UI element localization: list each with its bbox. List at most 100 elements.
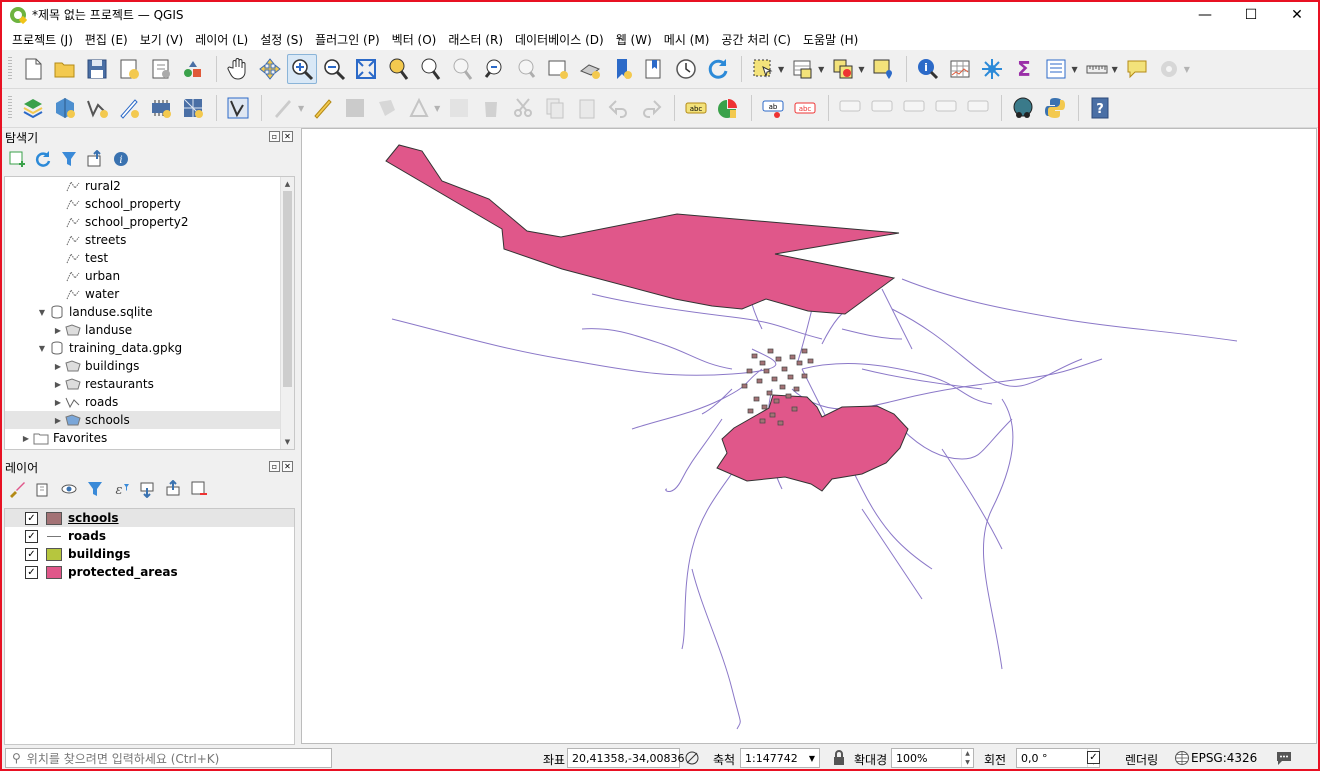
add-group-icon[interactable] <box>34 480 52 498</box>
highlight-pinned-labels-icon[interactable]: ab <box>758 93 788 123</box>
menu-help[interactable]: 도움말 (H) <box>797 31 864 48</box>
browser-item[interactable]: school_property <box>5 195 294 213</box>
expanded-arrow-icon[interactable]: ▼ <box>37 308 47 317</box>
scale-combo[interactable]: 1:147742 ▼ <box>740 748 820 768</box>
browser-item[interactable]: school_property2 <box>5 213 294 231</box>
select-features-icon[interactable] <box>748 54 778 84</box>
collapsed-arrow-icon[interactable]: ▶ <box>53 398 63 407</box>
crs-button[interactable]: EPSG:4326 <box>1191 751 1257 765</box>
open-project-icon[interactable] <box>50 54 80 84</box>
zoom-next-icon[interactable] <box>511 54 541 84</box>
statistics-icon[interactable]: Σ <box>1009 54 1039 84</box>
vertex-tool-icon[interactable] <box>223 93 253 123</box>
field-calculator-icon[interactable] <box>977 54 1007 84</box>
float-panel-icon[interactable]: ▫ <box>269 461 280 472</box>
lock-scale-icon[interactable] <box>832 750 846 766</box>
data-source-manager-icon[interactable] <box>18 93 48 123</box>
modify-attributes-icon[interactable] <box>444 93 474 123</box>
collapse-all-layers-icon[interactable] <box>164 480 182 498</box>
menu-layer[interactable]: 레이어 (L) <box>189 31 254 48</box>
move-label-icon[interactable] <box>867 93 897 123</box>
zoom-to-layer-icon[interactable] <box>415 54 445 84</box>
pan-to-selection-icon[interactable] <box>255 54 285 84</box>
deselect-features-icon[interactable] <box>828 54 858 84</box>
show-bookmarks-icon[interactable] <box>639 54 669 84</box>
menu-project[interactable]: 프로젝트 (J) <box>6 31 79 48</box>
browser-item[interactable]: streets <box>5 231 294 249</box>
new-print-layout-icon[interactable] <box>114 54 144 84</box>
digitize-shape-icon[interactable] <box>404 93 434 123</box>
close-panel-icon[interactable]: ✕ <box>282 131 293 142</box>
cut-features-icon[interactable] <box>508 93 538 123</box>
locator-search[interactable]: ⚲ 위치를 찾으려면 입력하세요 (Ctrl+K) <box>5 748 332 768</box>
edits-icon[interactable] <box>268 93 298 123</box>
show-hide-labels-icon[interactable] <box>835 93 865 123</box>
add-selected-layers-icon[interactable] <box>8 150 26 168</box>
diagram-options-icon[interactable] <box>713 93 743 123</box>
toggle-editing-icon[interactable] <box>308 93 338 123</box>
filter-browser-icon[interactable] <box>60 150 78 168</box>
copy-features-icon[interactable] <box>540 93 570 123</box>
delete-selected-icon[interactable] <box>476 93 506 123</box>
collapsed-arrow-icon[interactable]: ▶ <box>53 416 63 425</box>
zoom-full-icon[interactable] <box>351 54 381 84</box>
temporal-controller-icon[interactable] <box>671 54 701 84</box>
menu-raster[interactable]: 래스터 (R) <box>442 31 509 48</box>
collapsed-arrow-icon[interactable]: ▶ <box>53 326 63 335</box>
browser-item[interactable]: ▶ restaurants <box>5 375 294 393</box>
browser-item[interactable]: ▼ training_data.gpkg <box>5 339 294 357</box>
new-geopackage-icon[interactable] <box>50 93 80 123</box>
save-edits-icon[interactable] <box>340 93 370 123</box>
measure-icon[interactable] <box>1082 54 1112 84</box>
refresh-icon[interactable] <box>703 54 733 84</box>
close-button[interactable]: ✕ <box>1274 0 1320 29</box>
layer-item-roads[interactable]: ✓ roads <box>5 527 294 545</box>
pan-map-icon[interactable] <box>223 54 253 84</box>
zoom-in-icon[interactable] <box>287 54 317 84</box>
menu-processing[interactable]: 공간 처리 (C) <box>715 31 797 48</box>
zoom-native-icon[interactable] <box>447 54 477 84</box>
style-manager-icon[interactable] <box>178 54 208 84</box>
redo-icon[interactable] <box>636 93 666 123</box>
map-canvas[interactable] <box>301 128 1317 744</box>
label-toolbar-icon[interactable]: abc <box>681 93 711 123</box>
layer-visibility-checkbox[interactable]: ✓ <box>25 565 38 579</box>
layer-styling-icon[interactable] <box>8 480 26 498</box>
help-icon[interactable]: ? <box>1085 93 1115 123</box>
select-location-icon[interactable] <box>868 54 898 84</box>
browser-item[interactable]: water <box>5 285 294 303</box>
zoom-to-selection-icon[interactable] <box>383 54 413 84</box>
browser-item[interactable]: ▼ landuse.sqlite <box>5 303 294 321</box>
attribute-table-icon[interactable] <box>945 54 975 84</box>
select-by-attribute-icon[interactable] <box>788 54 818 84</box>
layer-item-buildings[interactable]: ✓ buildings <box>5 545 294 563</box>
filter-by-expression-icon[interactable]: ε <box>112 480 130 498</box>
menu-plugins[interactable]: 플러그인 (P) <box>309 31 386 48</box>
label-properties-icon[interactable] <box>963 93 993 123</box>
extents-toggle-icon[interactable] <box>684 750 700 766</box>
expand-all-icon[interactable] <box>138 480 156 498</box>
minimize-button[interactable]: — <box>1182 0 1228 29</box>
add-feature-icon[interactable] <box>372 93 402 123</box>
layer-item-protected_areas[interactable]: ✓ protected_areas <box>5 563 294 581</box>
new-map-view-icon[interactable] <box>543 54 573 84</box>
browser-item[interactable]: urban <box>5 267 294 285</box>
layout-manager-icon[interactable] <box>146 54 176 84</box>
layer-item-schools[interactable]: ✓ schools <box>5 509 294 527</box>
close-panel-icon[interactable]: ✕ <box>282 461 293 472</box>
browser-item[interactable]: ▶ buildings <box>5 357 294 375</box>
browser-item[interactable]: rural2 <box>5 177 294 195</box>
new-temporary-layer-icon[interactable] <box>114 93 144 123</box>
change-label-icon[interactable] <box>931 93 961 123</box>
collapse-all-icon[interactable] <box>86 150 104 168</box>
browser-item[interactable]: ▶ schools <box>5 411 294 429</box>
refresh-browser-icon[interactable] <box>34 150 52 168</box>
pin-unpin-labels-icon[interactable]: abc <box>790 93 820 123</box>
identify-features-icon[interactable]: i <box>913 54 943 84</box>
messages-icon[interactable] <box>1275 749 1293 767</box>
quickmapservices-icon[interactable] <box>1008 93 1038 123</box>
menu-settings[interactable]: 설정 (S) <box>254 31 309 48</box>
browser-item[interactable]: test <box>5 249 294 267</box>
expanded-arrow-icon[interactable]: ▼ <box>37 344 47 353</box>
float-panel-icon[interactable]: ▫ <box>269 131 280 142</box>
